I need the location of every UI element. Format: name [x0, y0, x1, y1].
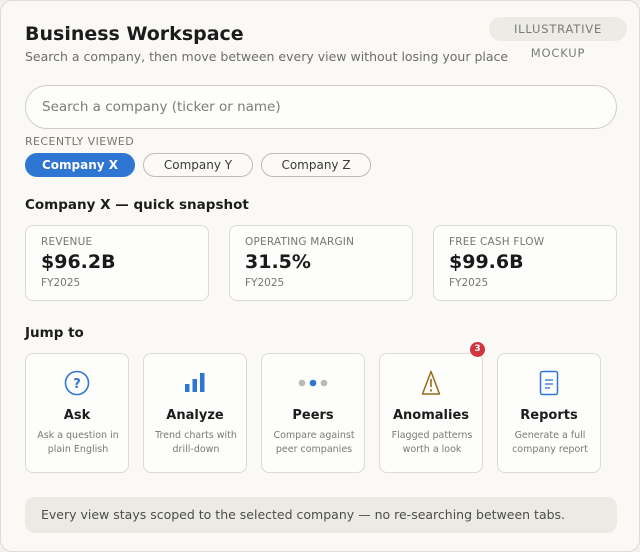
metric-label: REVENUE [41, 236, 93, 248]
metric-card-operating-margin: OPERATING MARGIN 31.5% FY2025 [229, 225, 413, 301]
metric-label: OPERATING MARGIN [245, 236, 355, 248]
tile-peers[interactable]: Peers Compare against peer companies [261, 353, 365, 473]
tile-ask[interactable]: ? Ask Ask a question in plain English [25, 353, 129, 473]
tile-label: Peers [292, 408, 334, 423]
bar-chart-icon [144, 368, 246, 398]
chip-company-y[interactable]: Company Y [143, 153, 253, 177]
tile-description: Compare against peer companies [273, 430, 355, 455]
document-icon [498, 368, 600, 398]
tile-reports[interactable]: Reports Generate a full company report [497, 353, 601, 473]
workspace-card: ILLUSTRATIVE MOCKUP Business Workspace S… [0, 0, 640, 552]
page-subtitle: Search a company, then move between ever… [25, 49, 509, 64]
metric-period: FY2025 [41, 277, 81, 289]
tile-anomalies[interactable]: 3 Anomalies Flagged patterns worth a loo… [379, 342, 485, 473]
page-title: Business Workspace [25, 23, 244, 45]
jump-to-title: Jump to [25, 325, 84, 341]
mockup-badge: ILLUSTRATIVE MOCKUP [489, 17, 627, 60]
metric-value: $96.2B [41, 251, 116, 273]
tile-label: Reports [520, 408, 578, 423]
metric-period: FY2025 [449, 277, 489, 289]
metric-value: 31.5% [245, 251, 311, 273]
snapshot-metrics: REVENUE $96.2B FY2025 OPERATING MARGIN 3… [25, 225, 617, 301]
metric-card-free-cash-flow: FREE CASH FLOW $99.6B FY2025 [433, 225, 617, 301]
snapshot-title: Company X — quick snapshot [25, 197, 249, 213]
tile-label: Analyze [166, 408, 224, 423]
warning-icon [380, 368, 482, 398]
tile-label: Ask [63, 408, 91, 423]
svg-text:?: ? [73, 377, 81, 392]
tile-description: Trend charts with drill-down [155, 430, 237, 455]
metric-value: $99.6B [449, 251, 524, 273]
tile-label: Anomalies [392, 408, 470, 423]
dots-icon [262, 368, 364, 398]
tile-analyze[interactable]: Analyze Trend charts with drill-down [143, 353, 247, 473]
jump-to-tiles: ? Ask Ask a question in plain English An… [25, 342, 601, 473]
anomalies-count-badge: 3 [470, 342, 485, 357]
recently-viewed-label: RECENTLY VIEWED [25, 135, 135, 148]
chip-company-x[interactable]: Company X [25, 153, 135, 177]
tile-description: Generate a full company report [512, 430, 588, 455]
metric-card-revenue: REVENUE $96.2B FY2025 [25, 225, 209, 301]
tile-description: Ask a question in plain English [37, 430, 119, 455]
tile-description: Flagged patterns worth a look [391, 430, 473, 455]
question-icon: ? [26, 368, 128, 398]
recent-company-chips: Company X Company Y Company Z [25, 153, 371, 177]
metric-label: FREE CASH FLOW [449, 236, 545, 248]
chip-company-z[interactable]: Company Z [261, 153, 371, 177]
metric-period: FY2025 [245, 277, 285, 289]
company-search-input[interactable] [25, 85, 617, 129]
scope-note: Every view stays scoped to the selected … [25, 497, 617, 533]
